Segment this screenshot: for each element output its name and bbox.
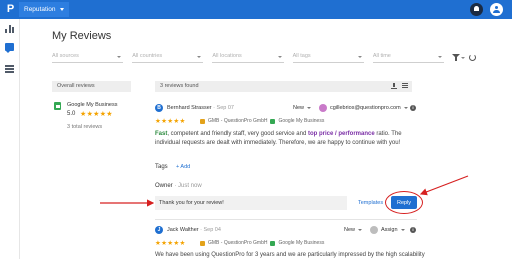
chevron-down-icon[interactable] [461,57,465,59]
reviewer-avatar: B [155,104,163,112]
review-text-highlight-positive: Fast [155,131,168,137]
filter-sources-label: All sources [52,53,79,59]
top-bar: P Reputation [0,0,512,19]
bell-icon[interactable] [470,3,483,16]
side-nav [0,19,20,259]
review-star-rating: ★★★★★ [155,118,186,125]
sort-icon[interactable] [402,83,408,89]
info-icon[interactable]: i [410,227,416,233]
reviews-found-header: 3 reviews found [155,81,412,92]
filter-tags[interactable]: All tags [292,53,364,63]
chevron-down-icon [277,56,282,58]
app-switcher[interactable]: Reputation [19,2,70,17]
overall-source-name: Google My Business [67,102,118,108]
templates-link[interactable]: Templates [358,200,383,206]
stats-icon[interactable] [5,25,14,33]
review-location: GMB - QuestionPro GmbH [208,240,268,246]
review-text-highlight-topic: top price / performance [307,131,375,137]
google-my-business-icon [270,240,276,246]
overall-score: 5.0 [67,111,76,117]
review-source-line: GMB - QuestionPro GmbH Google My Busines… [200,118,324,124]
review-source: Google My Business [278,240,325,246]
review-status-dropdown[interactable]: New [293,105,312,111]
reviewer-name: Bernhard Strasser · Sep 07 [167,105,234,111]
reply-button[interactable]: Reply [391,196,417,209]
owner-reply-header: Owner · Just now [155,183,202,189]
chat-icon[interactable] [5,43,14,53]
assignee-dropdown[interactable]: cgillebrios@questionpro.com [330,105,408,111]
chevron-down-icon [117,56,122,58]
filter-locations-label: All locations [212,53,242,59]
google-my-business-icon [54,102,61,110]
reviewer-name-text: Bernhard Strasser [167,105,212,111]
annotation-arrow-right [419,175,469,196]
filter-bar: All sources All countries All locations … [52,53,445,63]
review-star-rating: ★★★★★ [155,240,186,247]
add-tag-button[interactable]: + Add [176,164,190,170]
assignee-avatar [370,226,378,234]
reviewer-name: Jack Walther · Sep 04 [167,227,221,233]
chevron-down-icon [438,56,443,58]
google-my-business-icon [270,118,276,124]
review-text: We have been using QuestionPro for 3 yea… [155,252,425,258]
filter-locations[interactable]: All locations [212,53,284,63]
info-icon[interactable]: i [410,105,416,111]
filter-time[interactable]: All time [372,53,445,63]
overall-reviews-header: Overall reviews [52,81,131,92]
chevron-down-icon [197,56,202,58]
review-divider [155,219,417,220]
owner-reply-time: · Just now [172,183,202,189]
filter-countries[interactable]: All countries [132,53,204,63]
review-source-line: GMB - QuestionPro GmbH Google My Busines… [200,240,324,246]
assignee-email: cgillebrios@questionpro.com [330,105,401,111]
filter-time-label: All time [372,53,391,59]
reviewer-avatar: J [155,226,163,234]
overall-total-reviews: 3 total reviews [67,124,103,130]
review-location: GMB - QuestionPro GmbH [208,118,268,124]
review-status-label: New [344,227,356,233]
location-pin-icon [200,240,205,246]
review-date: · Sep 07 [211,105,234,111]
chevron-down-icon [400,228,405,231]
review-status-label: New [293,105,305,111]
filter-tags-label: All tags [292,53,311,59]
reviewer-name-text: Jack Walther [167,227,199,233]
assignee-avatar [319,104,327,112]
chevron-down-icon [403,106,408,109]
refresh-icon[interactable] [469,54,476,61]
user-avatar-icon[interactable] [490,3,503,16]
app-name: Reputation [24,6,56,13]
assign-label: Assign [381,227,398,233]
chevron-down-icon [307,106,312,109]
app-logo[interactable]: P [4,3,17,16]
tags-label: Tags [155,164,168,170]
review-source: Google My Business [278,118,325,124]
filter-sources[interactable]: All sources [52,53,124,63]
chevron-down-icon [60,8,65,11]
overall-star-rating: ★★★★★ [80,111,113,118]
owner-label: Owner [155,183,173,189]
location-pin-icon [200,118,205,124]
filter-icon[interactable] [452,54,460,61]
reply-input[interactable] [155,196,347,210]
review-text-part: , competent and friendly staff, very goo… [167,131,308,137]
filter-countries-label: All countries [132,53,163,59]
list-icon[interactable] [5,65,14,73]
export-icon[interactable] [391,83,397,89]
chevron-down-icon [358,228,363,231]
chevron-down-icon [357,56,362,58]
review-text: Fast, competent and friendly staff, very… [155,130,417,148]
assign-dropdown[interactable]: Assign [381,227,405,233]
page-title: My Reviews [52,30,112,42]
review-status-dropdown[interactable]: New [344,227,363,233]
review-date: · Sep 04 [198,227,221,233]
